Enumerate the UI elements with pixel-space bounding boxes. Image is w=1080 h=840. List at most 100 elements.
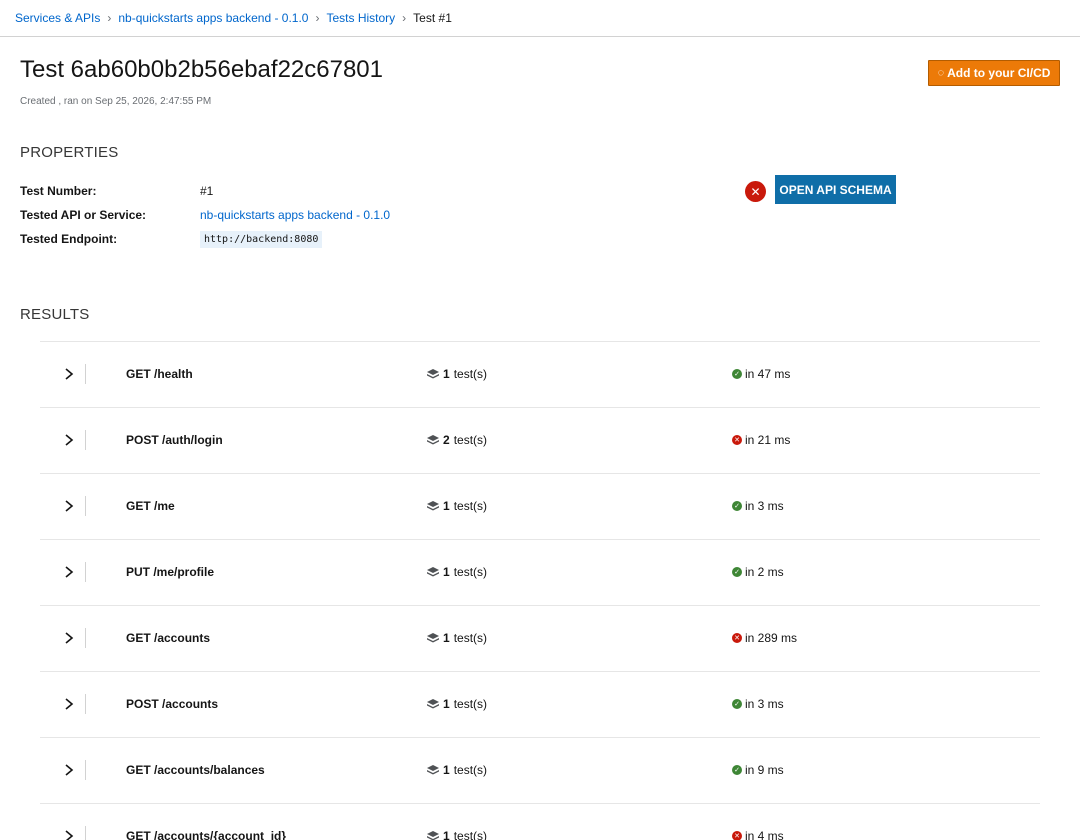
- check-circle-icon: ✓: [732, 501, 742, 511]
- properties-heading: PROPERTIES: [20, 144, 119, 161]
- spinner-icon: ◌: [937, 67, 945, 79]
- row-divider: [85, 364, 86, 384]
- result-status: ✕ in 21 ms: [732, 433, 790, 447]
- result-row[interactable]: GET /accounts/balances 1 test(s) ✓ in 9 …: [40, 737, 1040, 803]
- test-count-suffix: test(s): [453, 697, 488, 711]
- result-row[interactable]: POST /accounts 1 test(s) ✓ in 3 ms: [40, 671, 1040, 737]
- test-count-number: 1: [443, 367, 450, 381]
- test-count-suffix: test(s): [453, 433, 488, 447]
- operation-name: GET /me: [126, 499, 175, 513]
- open-api-schema-button[interactable]: OPEN API SCHEMA: [775, 175, 896, 204]
- result-row[interactable]: PUT /me/profile 1 test(s) ✓ in 2 ms: [40, 539, 1040, 605]
- result-status: ✕ in 4 ms: [732, 829, 784, 840]
- add-to-cicd-button[interactable]: ◌ Add to your CI/CD: [928, 60, 1060, 86]
- result-row[interactable]: GET /accounts 1 test(s) ✕ in 289 ms: [40, 605, 1040, 671]
- test-count-number: 1: [443, 697, 450, 711]
- row-divider: [85, 430, 86, 450]
- row-divider: [85, 628, 86, 648]
- check-circle-icon: ✓: [732, 699, 742, 709]
- chevron-right-icon[interactable]: [62, 365, 76, 383]
- test-count-number: 1: [443, 763, 450, 777]
- operation-name: GET /health: [126, 367, 193, 381]
- page-title: Test 6ab60b0b2b56ebaf22c67801: [20, 56, 383, 83]
- failure-status-icon: ✕: [745, 181, 766, 202]
- test-count-number: 1: [443, 631, 450, 645]
- operation-name: GET /accounts: [126, 631, 211, 645]
- tested-api-label: Tested API or Service:: [20, 208, 147, 222]
- test-count-suffix: test(s): [453, 367, 488, 381]
- test-count: 1 test(s): [427, 565, 487, 579]
- check-circle-icon: ✓: [732, 567, 742, 577]
- stack-icon: [427, 368, 439, 378]
- result-status: ✓ in 9 ms: [732, 763, 784, 777]
- test-count: 1 test(s): [427, 367, 487, 381]
- check-circle-icon: ✓: [732, 369, 742, 379]
- test-count-number: 1: [443, 829, 450, 840]
- result-status: ✓ in 2 ms: [732, 565, 784, 579]
- chevron-right-icon[interactable]: [62, 695, 76, 713]
- test-count-suffix: test(s): [453, 631, 488, 645]
- breadcrumb-services-link[interactable]: Services & APIs: [15, 11, 100, 25]
- test-count-number: 2: [443, 433, 450, 447]
- result-row[interactable]: GET /accounts/{account_id} 1 test(s) ✕ i…: [40, 803, 1040, 840]
- tested-endpoint-value: http://backend:8080: [200, 231, 323, 248]
- result-duration: in 289 ms: [745, 631, 798, 645]
- result-duration: in 3 ms: [745, 697, 784, 711]
- result-duration: in 3 ms: [745, 499, 784, 513]
- page-subtitle: Created , ran on Sep 25, 2026, 2:47:55 P…: [20, 96, 212, 107]
- row-divider: [85, 496, 86, 516]
- chevron-right-icon[interactable]: [62, 827, 76, 840]
- tested-api-link[interactable]: nb-quickstarts apps backend - 0.1.0: [200, 208, 390, 222]
- stack-icon: [427, 566, 439, 576]
- stack-icon: [427, 764, 439, 774]
- breadcrumb-api-link[interactable]: nb-quickstarts apps backend - 0.1.0: [118, 11, 308, 25]
- chevron-right-icon: ›: [107, 11, 112, 25]
- result-status: ✓ in 3 ms: [732, 697, 784, 711]
- test-count-number: 1: [443, 499, 450, 513]
- result-duration: in 4 ms: [745, 829, 784, 840]
- add-to-cicd-label: Add to your CI/CD: [947, 66, 1051, 80]
- result-row[interactable]: POST /auth/login 2 test(s) ✕ in 21 ms: [40, 407, 1040, 473]
- test-count: 1 test(s): [427, 829, 487, 840]
- chevron-right-icon[interactable]: [62, 431, 76, 449]
- test-count: 1 test(s): [427, 697, 487, 711]
- test-count: 1 test(s): [427, 631, 487, 645]
- tested-endpoint-label: Tested Endpoint:: [20, 232, 118, 246]
- error-circle-icon: ✕: [732, 633, 742, 643]
- test-count-number: 1: [443, 565, 450, 579]
- results-list: GET /health 1 test(s) ✓ in 47 ms POST /a…: [40, 341, 1040, 840]
- result-duration: in 2 ms: [745, 565, 784, 579]
- stack-icon: [427, 698, 439, 708]
- test-count: 2 test(s): [427, 433, 487, 447]
- result-status: ✓ in 47 ms: [732, 367, 790, 381]
- test-count: 1 test(s): [427, 499, 487, 513]
- stack-icon: [427, 500, 439, 510]
- test-count: 1 test(s): [427, 763, 487, 777]
- chevron-right-icon[interactable]: [62, 497, 76, 515]
- row-divider: [85, 760, 86, 780]
- operation-name: GET /accounts/balances: [126, 763, 265, 777]
- chevron-right-icon[interactable]: [62, 563, 76, 581]
- chevron-right-icon: ›: [315, 11, 320, 25]
- result-status: ✓ in 3 ms: [732, 499, 784, 513]
- breadcrumb: Services & APIs › nb-quickstarts apps ba…: [0, 0, 1080, 37]
- result-status: ✕ in 289 ms: [732, 631, 797, 645]
- test-number-label: Test Number:: [20, 184, 97, 198]
- test-count-suffix: test(s): [453, 763, 488, 777]
- result-row[interactable]: GET /health 1 test(s) ✓ in 47 ms: [40, 341, 1040, 407]
- check-circle-icon: ✓: [732, 765, 742, 775]
- test-count-suffix: test(s): [453, 499, 488, 513]
- error-circle-icon: ✕: [732, 435, 742, 445]
- row-divider: [85, 694, 86, 714]
- breadcrumb-current: Test #1: [413, 11, 452, 25]
- row-divider: [85, 562, 86, 582]
- result-duration: in 9 ms: [745, 763, 784, 777]
- chevron-right-icon[interactable]: [62, 629, 76, 647]
- chevron-right-icon[interactable]: [62, 761, 76, 779]
- result-row[interactable]: GET /me 1 test(s) ✓ in 3 ms: [40, 473, 1040, 539]
- operation-name: GET /accounts/{account_id}: [126, 829, 287, 840]
- breadcrumb-tests-history-link[interactable]: Tests History: [326, 11, 395, 25]
- operation-name: POST /auth/login: [126, 433, 223, 447]
- error-circle-icon: ✕: [732, 831, 742, 840]
- test-count-suffix: test(s): [453, 829, 488, 840]
